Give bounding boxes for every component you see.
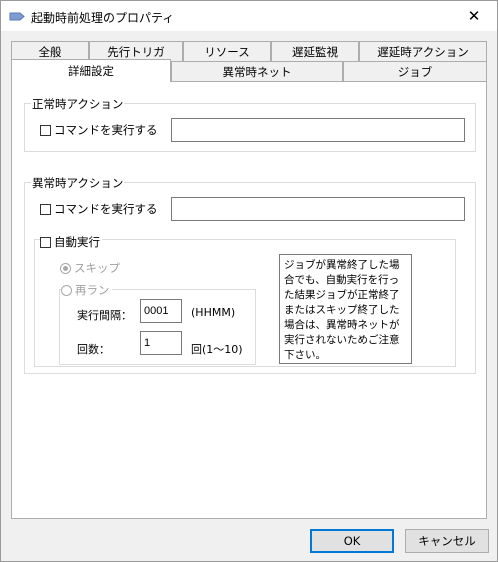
rerun-radio[interactable]: 再ラン [61, 282, 112, 298]
window-title: 起動時前処理のプロパティ [31, 11, 175, 25]
tab-label: 遅延時アクション [377, 45, 469, 59]
tab-label: 全般 [38, 45, 62, 59]
auto-run-notice: ジョブが異常終了した場合でも、自動実行を行った結果ジョブが正常終了またはスキップ… [279, 254, 412, 364]
normal-run-command-checkbox[interactable]: コマンドを実行する [40, 122, 158, 138]
tab-label: リソース [204, 45, 250, 59]
abnormal-command-input[interactable] [171, 197, 465, 221]
count-unit: 回(1～10) [191, 343, 243, 356]
tab-abnormal-net[interactable]: 異常時ネット [171, 61, 343, 81]
job-icon [9, 12, 25, 21]
cancel-label: キャンセル [418, 534, 476, 548]
interval-label: 実行間隔： [77, 309, 132, 322]
tab-delay-action[interactable]: 遅延時アクション [359, 41, 487, 61]
close-button[interactable]: ✕ [457, 5, 491, 27]
checkbox-box[interactable] [40, 203, 51, 215]
checkbox-label: コマンドを実行する [54, 202, 158, 216]
group-title: 正常時アクション [31, 96, 125, 112]
tab-general[interactable]: 全般 [11, 41, 89, 61]
ok-label: OK [343, 534, 361, 548]
radio-label: スキップ [74, 261, 120, 275]
radio-dot[interactable] [61, 284, 72, 296]
tab-label: 遅延監視 [292, 45, 338, 59]
properties-dialog: 起動時前処理のプロパティ ✕ 全般 先行トリガ リソース 遅延監視 遅延時アクシ… [0, 0, 498, 562]
abnormal-run-command-checkbox[interactable]: コマンドを実行する [40, 201, 158, 217]
group-title: 異常時アクション [31, 175, 125, 191]
radio-label: 再ラン [75, 283, 110, 297]
interval-unit: (HHMM) [191, 306, 236, 319]
tab-resource[interactable]: リソース [183, 41, 271, 61]
ok-button[interactable]: OK [310, 529, 394, 553]
rerun-group: 再ラン 実行間隔： (HHMM) 回数： 回(1～10) [59, 282, 256, 365]
radio-dot[interactable] [60, 262, 71, 274]
tab-panel: 正常時アクション コマンドを実行する 異常時アクション コマンドを実行する 自動… [11, 81, 487, 519]
checkbox-label: コマンドを実行する [54, 123, 158, 137]
checkbox-label: 自動実行 [54, 235, 100, 249]
checkbox-box[interactable] [40, 124, 51, 136]
skip-radio[interactable]: スキップ [60, 260, 120, 276]
checkbox-box[interactable] [40, 236, 51, 248]
tab-label: 先行トリガ [107, 45, 165, 59]
tab-delay-monitor[interactable]: 遅延監視 [271, 41, 359, 61]
count-label: 回数： [77, 343, 110, 356]
tab-label: 異常時ネット [222, 65, 292, 79]
tab-detail-settings[interactable]: 詳細設定 [11, 59, 171, 82]
normal-action-group: 正常時アクション コマンドを実行する [24, 96, 476, 152]
tab-job[interactable]: ジョブ [343, 61, 487, 81]
normal-command-input[interactable] [171, 118, 465, 142]
title-bar: 起動時前処理のプロパティ ✕ [1, 1, 497, 31]
count-input[interactable] [140, 331, 182, 355]
tab-label: 詳細設定 [68, 64, 114, 78]
cancel-button[interactable]: キャンセル [405, 529, 489, 553]
interval-input[interactable] [140, 299, 182, 323]
tab-preceding-trigger[interactable]: 先行トリガ [89, 41, 183, 61]
tab-label: ジョブ [397, 65, 433, 79]
close-icon: ✕ [467, 7, 481, 25]
auto-run-checkbox[interactable]: 自動実行 [40, 234, 102, 250]
